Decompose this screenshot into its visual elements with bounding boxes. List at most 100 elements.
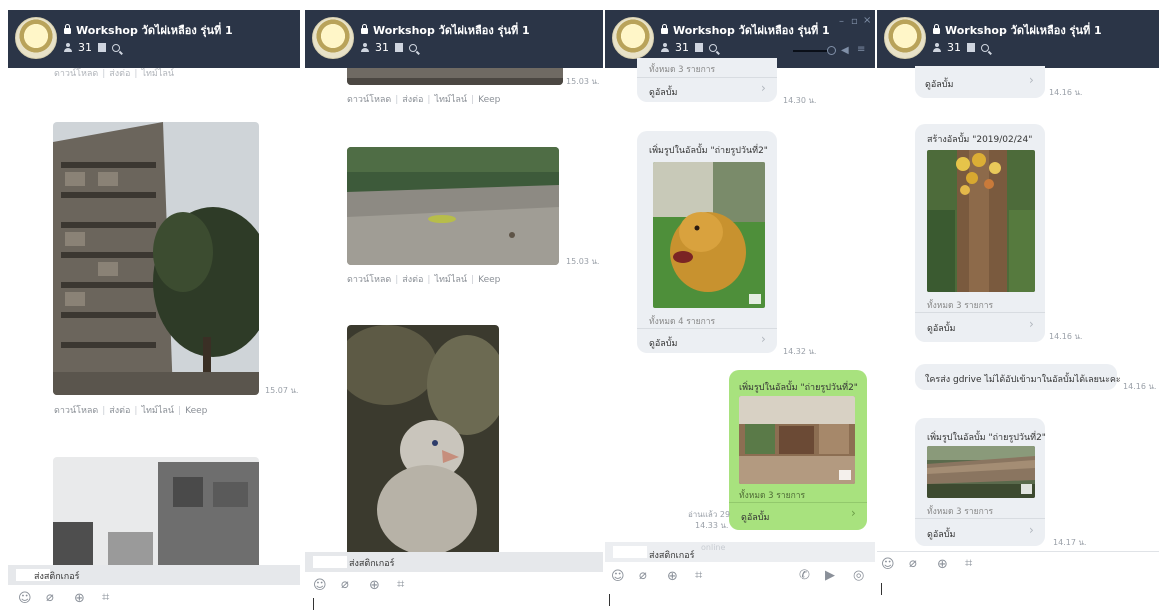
photo-dog[interactable] <box>653 162 765 308</box>
notes-icon[interactable] <box>98 43 106 52</box>
timeline-link[interactable]: ไทม์ไลน์ <box>434 275 467 285</box>
view-album-button[interactable]: ดูอัลบั้ม <box>649 85 677 99</box>
download-icon[interactable]: ⊕ <box>74 591 85 606</box>
message-input-area[interactable]: ส่งสติกเกอร์ <box>305 552 603 572</box>
emoji-icon[interactable]: ☺ <box>313 578 327 593</box>
emoji-icon[interactable]: ☺ <box>611 569 625 584</box>
screenshot-icon[interactable]: ⌗ <box>695 568 702 583</box>
video-icon[interactable]: ▶ <box>825 568 835 583</box>
download-icon[interactable]: ⊕ <box>369 578 380 593</box>
forward-link[interactable]: ส่งต่อ <box>109 406 130 416</box>
chevron-right-icon: › <box>761 332 766 346</box>
notes-icon[interactable] <box>395 43 403 52</box>
photo-bird-statue[interactable] <box>347 325 499 555</box>
screenshot-icon[interactable]: ⌗ <box>102 590 109 605</box>
attach-icon[interactable]: ⌀ <box>639 568 647 583</box>
notes-icon[interactable] <box>967 43 975 52</box>
screenshot-icon[interactable]: ⌗ <box>965 556 972 571</box>
photo-log[interactable] <box>927 446 1035 498</box>
album-message-text: เพิ่มรูปในอัลบั้ม "ถ่ายรูปวันที่2" <box>927 433 1046 443</box>
chat-meta: 31 <box>661 41 717 54</box>
attach-icon[interactable]: ⌀ <box>341 577 349 592</box>
timeline-link[interactable]: ไทม์ไลน์ <box>141 69 174 79</box>
sticker-hint: ส่งสติกเกอร์ <box>649 551 695 561</box>
photo-room[interactable] <box>739 396 855 484</box>
message-input-area[interactable]: ส่งสติกเกอร์ online <box>605 542 875 562</box>
members-icon[interactable] <box>361 43 369 52</box>
photo-street-bw[interactable] <box>53 457 259 565</box>
lock-icon <box>661 24 668 34</box>
download-link[interactable]: ดาวน์โหลด <box>347 275 391 285</box>
view-album-button[interactable]: ดูอัลบั้ม <box>741 510 769 524</box>
text-cursor <box>881 583 882 595</box>
download-icon[interactable]: ⊕ <box>667 569 678 584</box>
group-avatar[interactable] <box>312 17 354 59</box>
view-album-button[interactable]: ดูอัลบั้ม <box>927 527 955 541</box>
download-link[interactable]: ดาวน์โหลด <box>347 95 391 105</box>
download-link[interactable]: ดาวน์โหลด <box>54 406 98 416</box>
emoji-icon[interactable]: ☺ <box>881 557 895 572</box>
keep-link[interactable]: Keep <box>478 275 500 285</box>
chat-panel-2: Workshop วัดไผ่เหลือง รุ่นที่ 1 31 15.03… <box>305 0 603 610</box>
download-icon[interactable]: ⊕ <box>937 557 948 572</box>
forward-link[interactable]: ส่งต่อ <box>109 69 130 79</box>
group-avatar[interactable] <box>612 17 654 59</box>
member-count[interactable]: 31 <box>375 41 389 54</box>
download-link[interactable]: ดาวน์โหลด <box>54 69 98 79</box>
search-icon[interactable] <box>709 43 717 52</box>
notes-icon[interactable] <box>695 43 703 52</box>
toolbar-separator <box>877 551 1159 552</box>
speaker-icon[interactable]: ◀ <box>841 45 849 56</box>
search-icon[interactable] <box>981 43 989 52</box>
chat-meta: 31 <box>64 41 120 54</box>
close-icon[interactable]: × <box>863 15 871 26</box>
message-time: 14.17 น. <box>1053 538 1087 547</box>
keep-link[interactable]: Keep <box>185 406 207 416</box>
view-album-button[interactable]: ดูอัลบั้ม <box>927 321 955 335</box>
menu-icon[interactable]: ≡ <box>857 44 865 55</box>
photo-tree-fruits[interactable] <box>927 150 1035 292</box>
search-icon[interactable] <box>409 43 417 52</box>
photo-building[interactable] <box>53 122 259 395</box>
minimize-icon[interactable]: – <box>839 16 844 27</box>
timeline-link[interactable]: ไทม์ไลน์ <box>434 95 467 105</box>
more-icon[interactable]: ◎ <box>853 568 864 583</box>
view-album-button[interactable]: ดูอัลบั้ม <box>649 336 677 350</box>
photo-ground-top[interactable] <box>347 68 563 85</box>
search-icon[interactable] <box>112 43 120 52</box>
message-time: 14.16 น. <box>1049 332 1083 341</box>
member-count[interactable]: 31 <box>675 41 689 54</box>
screenshot-icon[interactable]: ⌗ <box>397 577 404 592</box>
phone-icon[interactable]: ✆ <box>799 568 810 583</box>
volume-knob[interactable] <box>827 46 836 55</box>
attach-icon[interactable]: ⌀ <box>909 556 917 571</box>
input-mask <box>313 556 347 568</box>
attach-icon[interactable]: ⌀ <box>46 590 54 605</box>
group-avatar[interactable] <box>884 17 926 59</box>
view-album-button[interactable]: ดูอัลบั้ม <box>925 77 953 91</box>
chevron-right-icon: › <box>1029 523 1034 537</box>
chat-toolbar: ☺ ⌀ ⊕ ⌗ <box>305 574 603 600</box>
text-cursor <box>313 598 314 610</box>
timeline-link[interactable]: ไทม์ไลน์ <box>141 406 174 416</box>
emoji-icon[interactable]: ☺ <box>18 591 32 606</box>
members-icon[interactable] <box>64 43 72 52</box>
forward-link[interactable]: ส่งต่อ <box>402 275 423 285</box>
maximize-icon[interactable]: ▫ <box>851 16 858 27</box>
keep-link[interactable]: Keep <box>478 95 500 105</box>
photo-leaf-table[interactable] <box>347 147 559 265</box>
photo-actions: ดาวน์โหลด | ส่งต่อ | ไทม์ไลน์ | Keep <box>347 95 501 105</box>
member-count[interactable]: 31 <box>947 41 961 54</box>
sticker-hint: ส่งสติกเกอร์ <box>34 572 80 582</box>
chat-header: Workshop วัดไผ่เหลือง รุ่นที่ 1 31 <box>305 10 603 68</box>
forward-link[interactable]: ส่งต่อ <box>402 95 423 105</box>
bubble-divider <box>729 502 867 503</box>
chevron-right-icon: › <box>851 506 856 520</box>
group-avatar[interactable] <box>15 17 57 59</box>
message-input-area[interactable]: ส่งสติกเกอร์ <box>8 565 300 585</box>
member-count[interactable]: 31 <box>78 41 92 54</box>
chat-panel-3: Workshop วัดไผ่เหลือง รุ่นที่ 1 31 – ▫ ×… <box>605 0 875 610</box>
members-icon[interactable] <box>661 43 669 52</box>
volume-slider[interactable] <box>793 50 831 52</box>
members-icon[interactable] <box>933 43 941 52</box>
